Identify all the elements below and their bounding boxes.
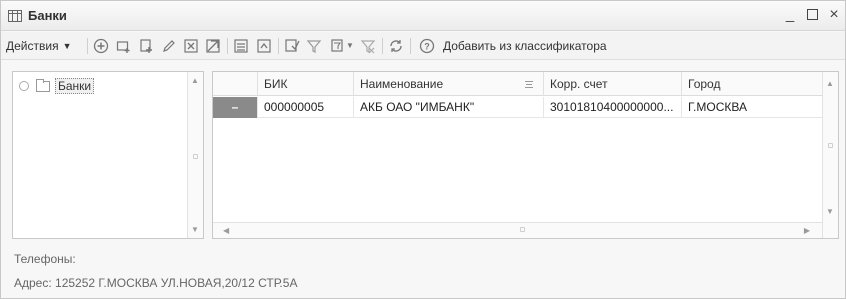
cell-name: АКБ ОАО "ИМБАНК": [353, 97, 543, 118]
cell-corr-account: 30101810400000000...: [543, 97, 681, 118]
tree-item-label: Банки: [55, 78, 95, 94]
filter-by-value-icon: [306, 39, 322, 53]
maximize-icon: [806, 9, 818, 20]
column-header-name[interactable]: Наименование: [353, 72, 543, 96]
close-button[interactable]: ×: [826, 6, 842, 24]
actions-label: Действия: [6, 38, 59, 53]
window-title: Банки: [28, 8, 67, 23]
cell-bik: 000000005: [257, 97, 353, 118]
filter-dropdown-button[interactable]: ▼: [327, 35, 357, 56]
scroll-thumb[interactable]: [828, 143, 833, 148]
mark-delete-button[interactable]: [204, 35, 222, 56]
delete-button[interactable]: [182, 35, 200, 56]
edit-button[interactable]: [160, 35, 178, 56]
scroll-down-icon[interactable]: ▼: [826, 207, 834, 216]
actions-menu-button[interactable]: Действия ▼: [6, 35, 86, 56]
copy-icon: [140, 38, 152, 53]
toolbar: Действия ▼ ▼ ? Добавить из классификатор…: [1, 32, 845, 60]
table-vertical-scrollbar[interactable]: ▲ ▼: [822, 72, 838, 238]
table-icon: [8, 10, 22, 22]
column-header-name-label: Наименование: [360, 77, 444, 91]
toolbar-separator: [410, 38, 411, 54]
add-circle-icon: [93, 38, 109, 53]
scroll-right-icon[interactable]: ▶: [804, 226, 810, 235]
column-header-corr-account[interactable]: Корр. счет: [543, 72, 681, 96]
minimize-button[interactable]: _: [782, 6, 798, 24]
edit-icon: [163, 39, 175, 52]
tree-item-banks[interactable]: Банки: [19, 77, 95, 95]
scroll-thumb[interactable]: [520, 227, 525, 232]
scroll-left-icon[interactable]: ◀: [223, 226, 229, 235]
add-group-button[interactable]: [115, 35, 133, 56]
table-row[interactable]: – 000000005 АКБ ОАО "ИМБАНК" 30101810400…: [213, 97, 822, 118]
clear-filter-icon: [360, 39, 376, 53]
groups-tree[interactable]: Банки ▲ ▼: [12, 71, 204, 239]
filter-button[interactable]: [283, 35, 301, 56]
scroll-up-icon[interactable]: ▲: [191, 76, 199, 85]
column-header-city[interactable]: Город: [681, 72, 822, 96]
banks-table[interactable]: БИК Наименование Корр. счет Город – 0000…: [212, 71, 839, 239]
radio-icon: [19, 81, 29, 91]
toolbar-separator: [87, 38, 88, 54]
hierarchy-button[interactable]: [232, 35, 250, 56]
maximize-button[interactable]: [804, 6, 820, 24]
address-label: Адрес: 125252 Г.МОСКВА УЛ.НОВАЯ,20/12 СТ…: [14, 276, 298, 290]
refresh-button[interactable]: [387, 35, 405, 56]
sort-icon: [525, 81, 533, 88]
tree-scrollbar[interactable]: ▲ ▼: [187, 72, 203, 238]
title-bar: Банки _ ×: [1, 1, 845, 31]
folder-icon: [36, 78, 50, 92]
svg-text:?: ?: [424, 41, 430, 51]
phones-label: Телефоны:: [14, 252, 76, 266]
copy-button[interactable]: [138, 35, 156, 56]
add-button[interactable]: [92, 35, 110, 56]
help-icon: ?: [419, 38, 435, 53]
filter-by-value-button[interactable]: [305, 35, 323, 56]
table-horizontal-scrollbar[interactable]: ◀ ▶: [213, 222, 822, 238]
scroll-thumb[interactable]: [193, 154, 198, 159]
hierarchy-icon: [234, 38, 248, 53]
banks-window: Банки _ × Действия ▼ ▼ ? Добавить из кла…: [0, 0, 846, 299]
toolbar-separator: [227, 38, 228, 54]
chevron-down-icon: ▼: [346, 41, 354, 50]
move-to-group-button[interactable]: [255, 35, 273, 56]
toolbar-separator: [382, 38, 383, 54]
toolbar-separator: [278, 38, 279, 54]
table-header: БИК Наименование Корр. счет Город: [213, 72, 822, 96]
refresh-icon: [390, 39, 402, 52]
scroll-down-icon[interactable]: ▼: [191, 225, 199, 234]
filter-icon: [285, 38, 300, 52]
add-from-classifier-button[interactable]: Добавить из классификатора: [443, 35, 683, 56]
mark-delete-icon: [206, 38, 220, 53]
cell-city: Г.МОСКВА: [681, 97, 822, 118]
help-button[interactable]: ?: [418, 35, 436, 56]
delete-icon: [184, 38, 198, 53]
row-marker: –: [213, 97, 257, 118]
add-group-icon: [116, 40, 130, 53]
clear-filter-button[interactable]: [359, 35, 377, 56]
move-to-group-icon: [257, 38, 271, 53]
chevron-down-icon: ▼: [62, 40, 72, 51]
column-header-bik[interactable]: БИК: [257, 72, 353, 96]
scroll-up-icon[interactable]: ▲: [826, 79, 834, 88]
filter-dropdown-icon: [331, 38, 343, 52]
